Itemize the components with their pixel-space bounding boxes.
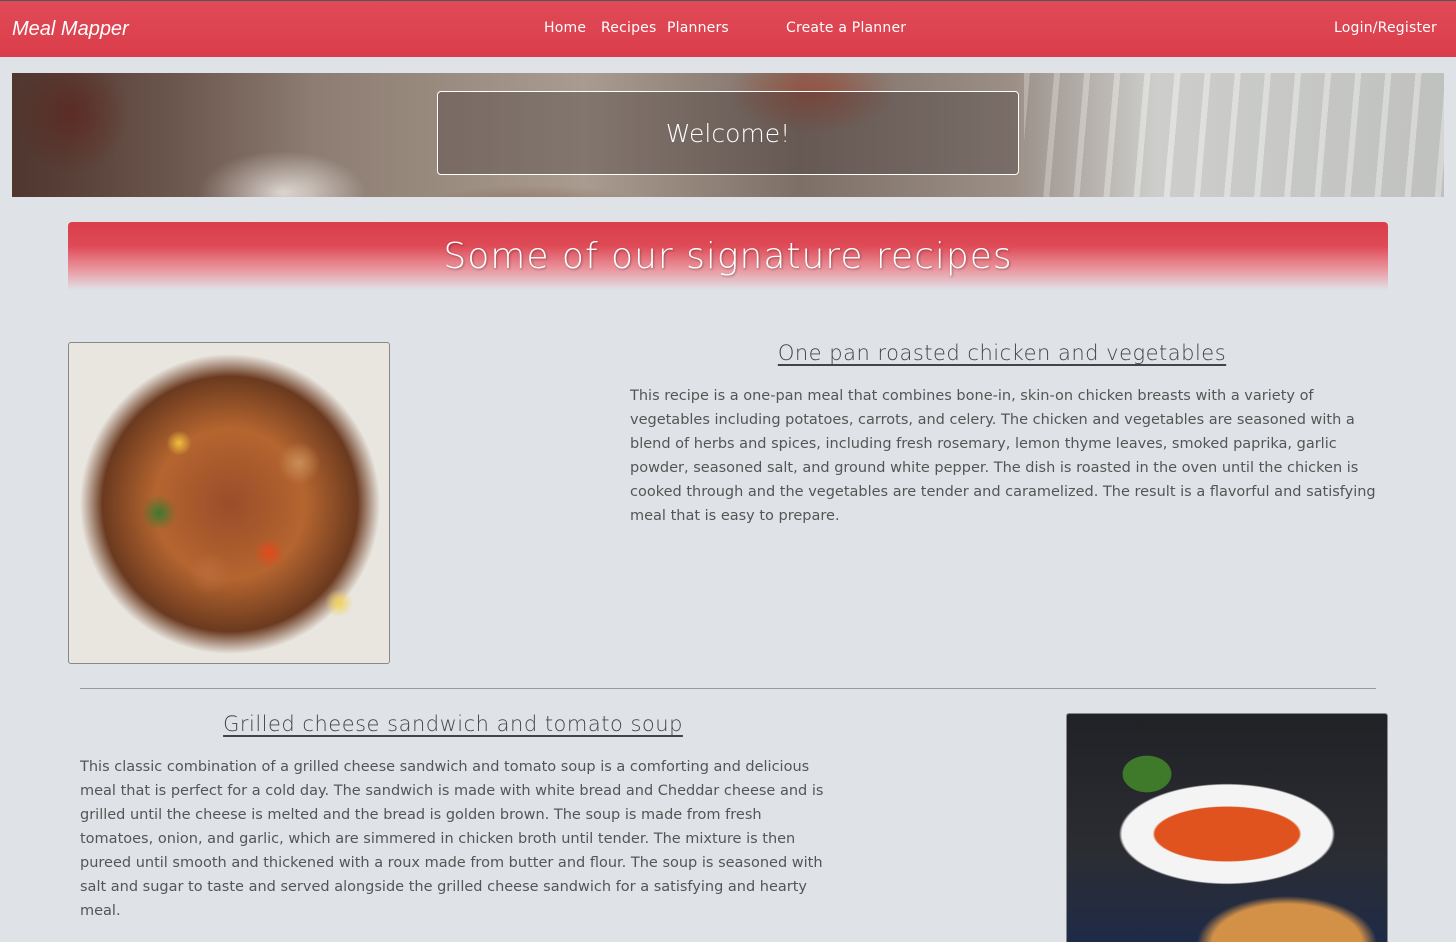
recipe-grilled-cheese-image [1066, 713, 1388, 942]
nav-create-planner-link[interactable]: Create a Planner [786, 20, 906, 36]
recipe-grilled-cheese-title-link[interactable]: Grilled cheese sandwich and tomato soup [80, 712, 826, 736]
recipe-grilled-cheese-description: This classic combination of a grilled ch… [80, 759, 824, 919]
nav-planners-link[interactable]: Planners [667, 20, 729, 36]
recipe-chicken-image [68, 342, 390, 664]
recipe-chicken-title-link[interactable]: One pan roasted chicken and vegetables [630, 341, 1374, 365]
welcome-box: Welcome! [437, 91, 1019, 175]
navbar: Meal Mapper Home Recipes Planners Create… [0, 0, 1456, 57]
nav-home-link[interactable]: Home [544, 20, 586, 36]
section-title: Some of our signature recipes [443, 235, 1013, 277]
recipe-chicken-description: This recipe is a one-pan meal that combi… [630, 388, 1376, 524]
section-header: Some of our signature recipes [68, 222, 1388, 290]
nav-recipes-link[interactable]: Recipes [601, 20, 657, 36]
login-register-link[interactable]: Login/Register [1334, 20, 1437, 36]
brand-logo[interactable]: Meal Mapper [12, 18, 129, 41]
recipe-divider [80, 688, 1376, 689]
welcome-text: Welcome! [665, 118, 791, 148]
